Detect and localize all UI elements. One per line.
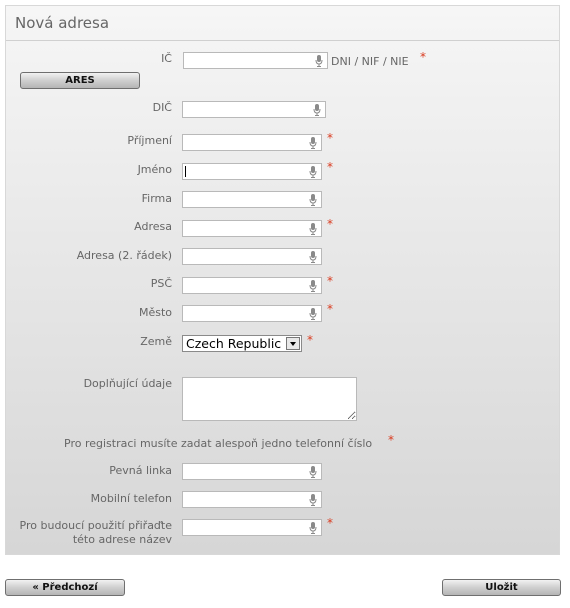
required-marker: *: [327, 302, 333, 316]
mobil-label: Mobilní telefon: [90, 492, 172, 505]
firma-input[interactable]: [182, 191, 322, 208]
required-marker: *: [327, 131, 333, 145]
phone-required-note: Pro registraci musíte zadat alespoň jedn…: [64, 437, 373, 450]
adresa2-label: Adresa (2. řádek): [76, 249, 172, 262]
country-select[interactable]: Czech Republic: [182, 335, 302, 352]
psc-input[interactable]: [182, 277, 322, 294]
jmeno-label: Jméno: [137, 163, 172, 176]
microphone-icon[interactable]: [309, 194, 317, 206]
panel-title: Nová adresa: [15, 14, 110, 32]
jmeno-input[interactable]: [182, 163, 322, 180]
firma-label: Firma: [141, 192, 172, 205]
country-select-value: Czech Republic: [186, 336, 282, 351]
dropdown-arrow-icon[interactable]: [286, 337, 300, 350]
required-marker: *: [327, 160, 333, 174]
required-marker: *: [327, 516, 333, 530]
nazev-label: Pro budoucí použití přiřaďte této adrese…: [10, 519, 172, 547]
microphone-icon[interactable]: [309, 494, 317, 506]
microphone-icon[interactable]: [309, 280, 317, 292]
adresa2-input[interactable]: [182, 248, 322, 265]
doplnujici-label: Doplňující údaje: [83, 377, 172, 390]
required-marker: *: [307, 333, 313, 347]
required-marker: *: [327, 274, 333, 288]
text-cursor: [185, 166, 186, 177]
dic-input[interactable]: [182, 101, 326, 118]
zeme-label: Země: [140, 335, 172, 348]
required-marker: *: [420, 50, 426, 64]
previous-button[interactable]: « Předchozí: [5, 579, 125, 596]
ic-input[interactable]: [183, 52, 328, 69]
additional-info-textarea[interactable]: [182, 377, 357, 421]
required-marker: *: [388, 433, 394, 447]
microphone-icon[interactable]: [313, 104, 321, 116]
adresa-label: Adresa: [134, 220, 172, 233]
microphone-icon[interactable]: [309, 308, 317, 320]
save-button[interactable]: Uložit: [442, 579, 561, 596]
microphone-icon[interactable]: [309, 223, 317, 235]
mesto-label: Město: [138, 306, 172, 319]
nazev-label-line1: Pro budoucí použití přiřaďte: [19, 519, 172, 532]
address-name-input[interactable]: [182, 519, 322, 536]
prijmeni-input[interactable]: [182, 134, 322, 151]
psc-label: PSČ: [150, 277, 172, 290]
microphone-icon[interactable]: [315, 55, 323, 67]
microphone-icon[interactable]: [309, 166, 317, 178]
ic-label: IČ: [161, 52, 172, 65]
pevna-label: Pevná linka: [109, 464, 172, 477]
adresa-input[interactable]: [182, 220, 322, 237]
ic-hint: DNI / NIF / NIE: [331, 55, 409, 68]
dic-label: DIČ: [152, 101, 172, 114]
microphone-icon[interactable]: [309, 137, 317, 149]
nazev-label-line2: této adrese název: [72, 533, 172, 546]
microphone-icon[interactable]: [309, 466, 317, 478]
microphone-icon[interactable]: [309, 522, 317, 534]
title-divider: [6, 40, 559, 41]
mesto-input[interactable]: [182, 305, 322, 322]
mobile-phone-input[interactable]: [182, 491, 322, 508]
ares-button[interactable]: ARES: [20, 72, 140, 89]
required-marker: *: [327, 217, 333, 231]
landline-input[interactable]: [182, 463, 322, 480]
microphone-icon[interactable]: [309, 251, 317, 263]
prijmeni-label: Příjmení: [127, 134, 172, 147]
